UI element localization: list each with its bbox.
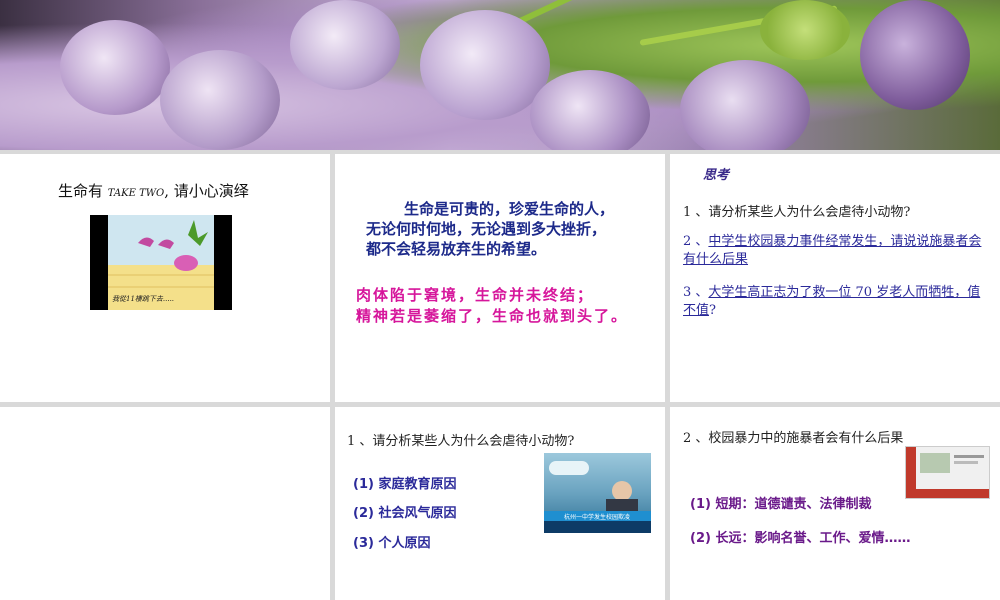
video-caption: 我從11樓跳下去.....	[112, 295, 175, 303]
video-frame: 我從11樓跳下去.....	[108, 215, 214, 310]
flower-petal	[530, 70, 650, 150]
question-2-number: 2 、	[683, 234, 709, 249]
answer-item: (2) 社会风气原因	[353, 506, 457, 521]
quote-line-1: 肉体陷于窘境，生命并未终结；	[356, 286, 595, 304]
slide1-title: 生命有 TAKE TWO, 请小心演绎	[58, 180, 249, 201]
social-post-image	[906, 447, 989, 498]
news-anchor-image: 杭州一中学发生校园欺凌	[544, 461, 651, 533]
question-3-number: 3 、	[683, 285, 709, 300]
question-2-link[interactable]: 中学生校园暴力事件经常发生，请说说施暴者会有什么后果	[683, 234, 981, 267]
title-suffix: , 请小心演绎	[164, 182, 249, 200]
slide-thumbnail-2[interactable]	[335, 154, 665, 402]
leaf	[760, 0, 850, 60]
text-line-2: 无论何时何地，无论遇到多大挫折，	[366, 220, 607, 238]
flower-petal	[160, 50, 280, 150]
news-video-thumbnail[interactable]: 杭州一中学发生校园欺凌	[544, 453, 651, 533]
slide-thumbnail-4[interactable]	[0, 407, 330, 600]
question-3: 3 、大学生高正志为了救一位 70 岁老人而牺牲，值不值?	[683, 284, 983, 320]
social-post-thumbnail[interactable]	[905, 446, 990, 499]
flower-petal	[60, 20, 170, 115]
news-banner: 杭州一中学发生校园欺凌	[564, 513, 630, 521]
video-player[interactable]: 我從11樓跳下去.....	[90, 215, 232, 310]
text-line-3: 都不会轻易放弃生的希望。	[366, 240, 547, 258]
text-line-1: 生命是可贵的，珍爱生命的人，	[404, 200, 615, 218]
answer-item: (2) 长远：影响名誉、工作、爱情……	[690, 531, 911, 546]
flower-petal	[420, 10, 550, 120]
header-banner-image	[0, 0, 1000, 150]
answer-item: (1) 家庭教育原因	[353, 477, 457, 492]
question-2: 2 、中学生校园暴力事件经常发生，请说说施暴者会有什么后果	[683, 233, 983, 269]
question-3-end: ?	[709, 303, 716, 318]
slide6-question: 2 、校园暴力中的施暴者会有什么后果	[683, 431, 904, 446]
question-3-link[interactable]: 大学生高正志为了救一位 70 岁老人而牺牲，值不值	[683, 285, 980, 318]
quote-line-2: 精神若是萎缩了，生命也就到头了。	[356, 307, 629, 325]
slide3-heading: 思考	[703, 168, 730, 183]
flower-petal	[680, 60, 810, 150]
flower-petal	[860, 0, 970, 110]
answer-item: (3) 个人原因	[353, 536, 431, 551]
title-prefix: 生命有	[58, 182, 108, 200]
flower-petal	[290, 0, 400, 90]
question-1: 1 、请分析某些人为什么会虐待小动物?	[683, 205, 911, 220]
slide-thumbnail-3[interactable]	[670, 154, 1000, 402]
title-english: TAKE TWO	[107, 188, 165, 199]
slide5-question: 1 、请分析某些人为什么会虐待小动物?	[347, 434, 575, 449]
answer-item: (1) 短期：道德谴责、法律制裁	[690, 497, 872, 512]
